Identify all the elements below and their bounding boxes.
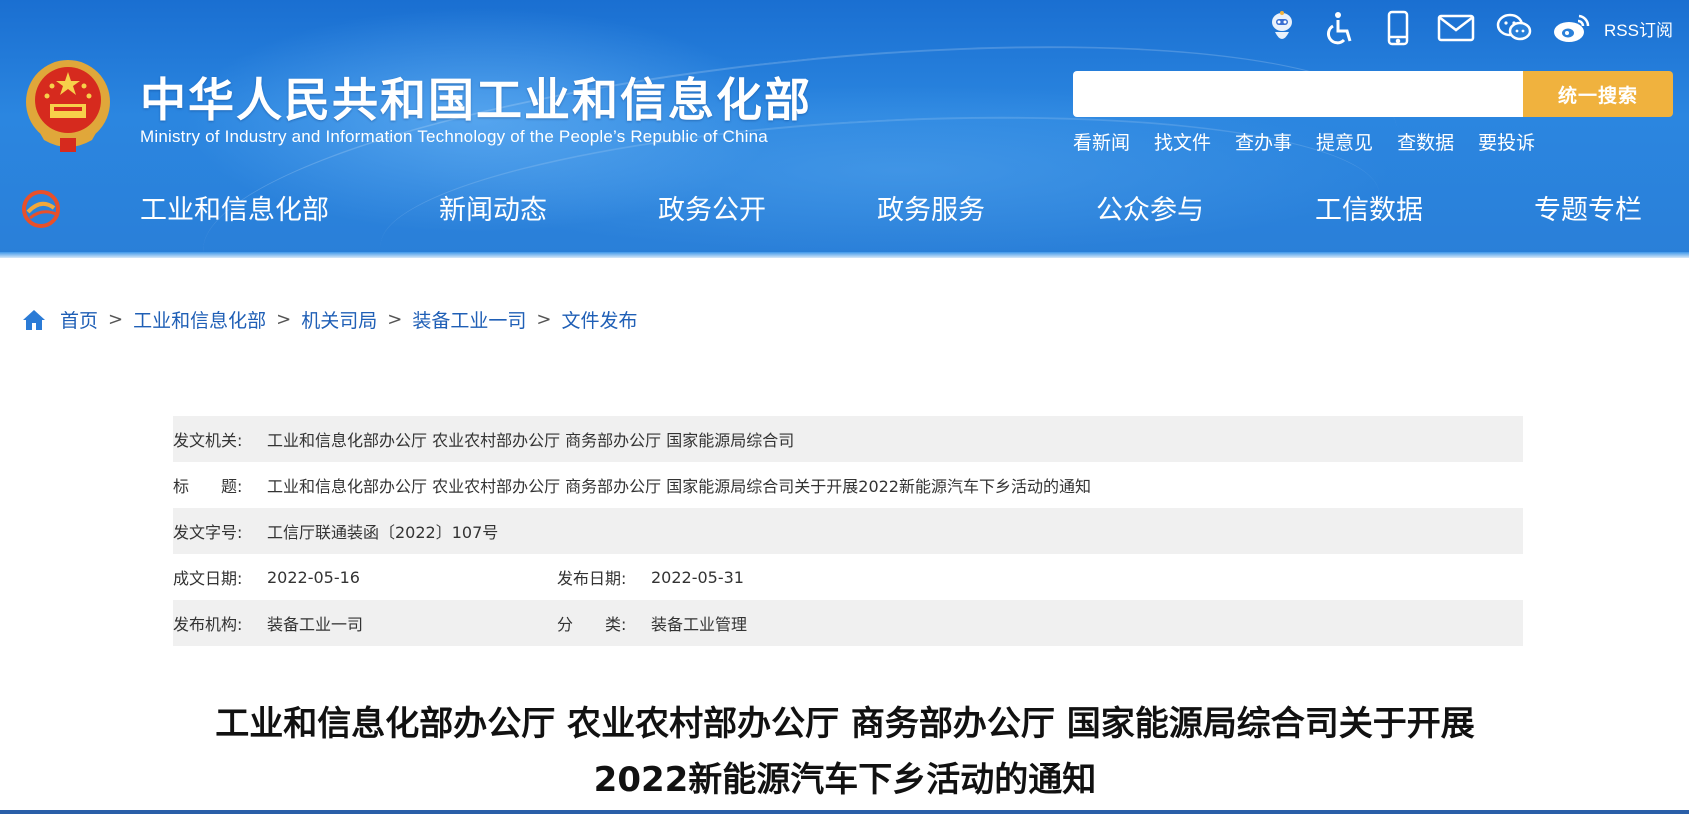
info-value-category: 装备工业管理 [651, 615, 748, 634]
mobile-icon[interactable] [1378, 8, 1418, 48]
mail-icon[interactable] [1436, 8, 1476, 48]
info-value-issuer: 工业和信息化部办公厅 农业农村部办公厅 商务部办公厅 国家能源局综合司 [267, 431, 795, 450]
info-label: 成文日期: [173, 569, 243, 588]
breadcrumb-separator: > [108, 309, 124, 330]
info-cell-org: 发布机构: 装备工业一司 [173, 611, 557, 635]
site-subtitle: Ministry of Industry and Information Tec… [140, 127, 768, 146]
breadcrumb-separator: > [276, 309, 292, 330]
info-label: 标 题: [173, 477, 243, 496]
weibo-icon[interactable] [1552, 8, 1592, 48]
nav-item-services[interactable]: 政务服务 [877, 188, 985, 227]
page-bottom-edge [0, 810, 1689, 814]
info-value-title: 工业和信息化部办公厅 农业农村部办公厅 商务部办公厅 国家能源局综合司关于开展2… [267, 477, 1091, 496]
home-icon[interactable] [22, 308, 46, 332]
main-nav: 工业和信息化部 新闻动态 政务公开 政务服务 公众参与 工信数据 专题专栏 [140, 188, 1670, 232]
breadcrumb-ministry[interactable]: 工业和信息化部 [133, 306, 266, 333]
info-value-published: 2022-05-31 [651, 567, 744, 587]
search-button[interactable]: 统一搜索 [1523, 71, 1673, 117]
info-label: 发文字号: [173, 523, 243, 542]
rss-link[interactable]: RSS订阅 [1604, 16, 1673, 41]
quick-link-complaint[interactable]: 要投诉 [1478, 128, 1535, 155]
nav-item-ministry[interactable]: 工业和信息化部 [140, 188, 329, 227]
nav-item-data[interactable]: 工信数据 [1315, 188, 1423, 227]
breadcrumb-file-release[interactable]: 文件发布 [561, 306, 637, 333]
nav-item-public-participation[interactable]: 公众参与 [1096, 188, 1204, 227]
nav-item-topics[interactable]: 专题专栏 [1534, 188, 1642, 227]
breadcrumb-departments[interactable]: 机关司局 [301, 306, 377, 333]
info-row-doc-number: 发文字号: 工信厅联通装函〔2022〕107号 [173, 508, 1523, 554]
breadcrumb-separator: > [536, 309, 552, 330]
info-label: 分 类: [557, 615, 627, 634]
info-row-org: 发布机构: 装备工业一司 分 类: 装备工业管理 [173, 600, 1523, 646]
info-row-title: 标 题: 工业和信息化部办公厅 农业农村部办公厅 商务部办公厅 国家能源局综合司… [173, 462, 1523, 508]
national-emblem-icon[interactable] [22, 56, 114, 156]
document-title-line: 2022新能源汽车下乡活动的通知 [593, 760, 1097, 800]
quick-link-services[interactable]: 查办事 [1235, 128, 1292, 155]
document-info-table: 发文机关: 工业和信息化部办公厅 农业农村部办公厅 商务部办公厅 国家能源局综合… [173, 416, 1523, 646]
document-title-line: 工业和信息化部办公厅 农业农村部办公厅 商务部办公厅 国家能源局综合司关于开展 [215, 704, 1475, 744]
quick-link-files[interactable]: 找文件 [1154, 128, 1211, 155]
site-title: 中华人民共和国工业和信息化部 [140, 73, 812, 127]
info-row-dates: 成文日期: 2022-05-16 发布日期: 2022-05-31 [173, 554, 1523, 600]
info-cell-created: 成文日期: 2022-05-16 [173, 565, 557, 589]
info-row-issuer: 发文机关: 工业和信息化部办公厅 农业农村部办公厅 商务部办公厅 国家能源局综合… [173, 416, 1523, 462]
top-icon-bar: RSS订阅 [1262, 8, 1673, 48]
breadcrumb: 首页 > 工业和信息化部 > 机关司局 > 装备工业一司 > 文件发布 [22, 306, 637, 333]
info-cell-published: 发布日期: 2022-05-31 [557, 565, 941, 589]
info-value-created: 2022-05-16 [267, 567, 360, 587]
breadcrumb-equipment-dept[interactable]: 装备工业一司 [412, 306, 526, 333]
ministry-logo-icon[interactable] [20, 188, 62, 230]
accessibility-icon[interactable] [1320, 8, 1360, 48]
robot-icon[interactable] [1262, 8, 1302, 48]
info-cell-category: 分 类: 装备工业管理 [557, 611, 941, 635]
nav-item-news[interactable]: 新闻动态 [439, 188, 547, 227]
breadcrumb-separator: > [387, 309, 403, 330]
info-label: 发布机构: [173, 615, 243, 634]
info-value-doc-number: 工信厅联通装函〔2022〕107号 [267, 523, 499, 542]
site-header: 中华人民共和国工业和信息化部 Ministry of Industry and … [0, 0, 1689, 258]
quick-link-news[interactable]: 看新闻 [1073, 128, 1130, 155]
info-label: 发布日期: [557, 569, 627, 588]
nav-item-government-affairs[interactable]: 政务公开 [658, 188, 766, 227]
quick-link-feedback[interactable]: 提意见 [1316, 128, 1373, 155]
info-label: 发文机关: [173, 431, 243, 450]
search-input[interactable] [1073, 71, 1523, 117]
quick-links: 看新闻 找文件 查办事 提意见 查数据 要投诉 [1073, 128, 1559, 155]
wechat-icon[interactable] [1494, 8, 1534, 48]
breadcrumb-home[interactable]: 首页 [60, 306, 98, 333]
quick-link-data[interactable]: 查数据 [1397, 128, 1454, 155]
header-divider [0, 252, 1689, 258]
document-title: 工业和信息化部办公厅 农业农村部办公厅 商务部办公厅 国家能源局综合司关于开展 … [150, 696, 1540, 808]
info-value-org: 装备工业一司 [267, 615, 364, 634]
